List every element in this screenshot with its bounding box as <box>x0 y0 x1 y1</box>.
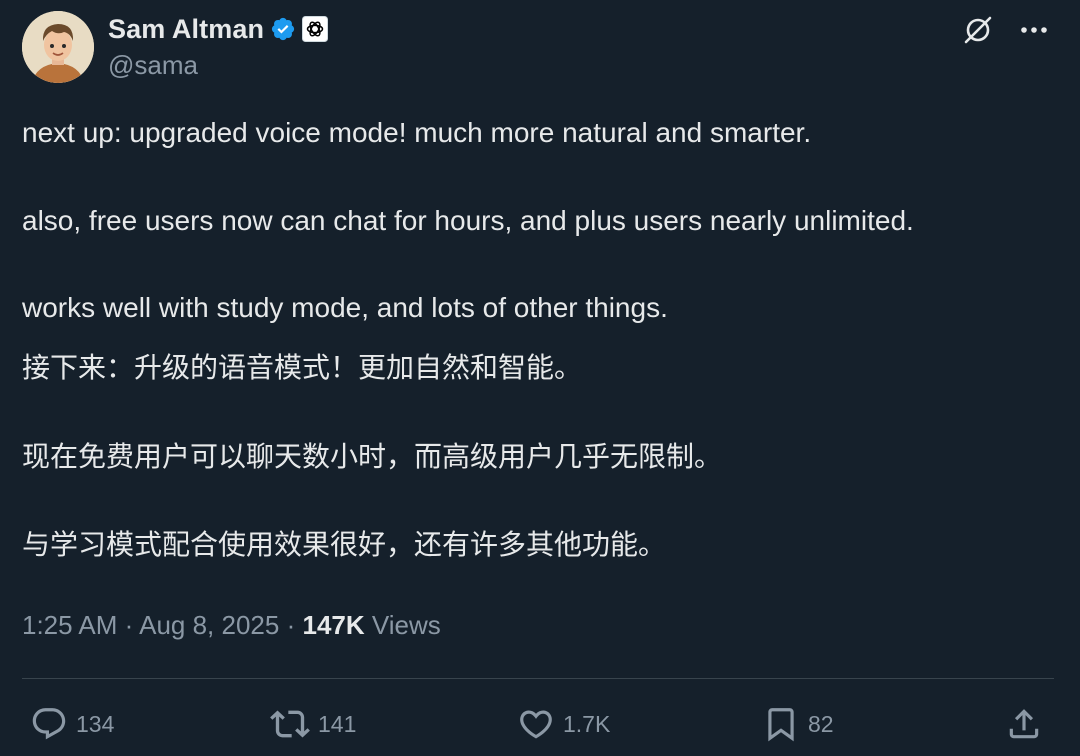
tweet-time[interactable]: 1:25 AM <box>22 610 117 640</box>
tweet-action-bar: 134 141 1.7K 82 <box>0 700 1080 748</box>
author-name-row: Sam Altman <box>108 12 329 46</box>
tweet-paragraph: next up: upgraded voice mode! much more … <box>22 117 812 148</box>
reply-button[interactable]: 134 <box>30 700 114 748</box>
share-button[interactable] <box>1005 700 1043 748</box>
bookmark-icon <box>768 708 794 742</box>
author-display-name[interactable]: Sam Altman <box>108 14 264 45</box>
views-label: Views <box>371 610 441 640</box>
tweet-metadata: 1:25 AM · Aug 8, 2025 · 147K Views <box>22 610 441 641</box>
repost-icon <box>270 710 310 738</box>
tweet-top-actions <box>960 12 1052 48</box>
repost-button[interactable]: 141 <box>270 700 356 748</box>
tweet-paragraph: works well with study mode, and lots of … <box>22 292 668 323</box>
author-handle[interactable]: @sama <box>108 50 198 81</box>
avatar[interactable] <box>22 11 94 83</box>
repost-count: 141 <box>318 710 357 737</box>
reply-count: 134 <box>76 710 115 737</box>
tweet-paragraph: 现在免费用户可以聊天数小时，而高级用户几乎无限制。 <box>22 441 723 472</box>
more-horizontal-icon[interactable] <box>1016 12 1052 48</box>
views-count[interactable]: 147K <box>302 610 364 640</box>
divider <box>22 678 1054 679</box>
tweet-date[interactable]: Aug 8, 2025 <box>139 610 279 640</box>
like-button[interactable]: 1.7K <box>517 700 610 748</box>
tweet-paragraph: 接下来：升级的语音模式！更加自然和智能。 <box>22 352 583 383</box>
grok-icon[interactable] <box>960 12 996 48</box>
tweet-paragraph: 与学习模式配合使用效果很好，还有许多其他功能。 <box>22 529 667 560</box>
reply-icon <box>32 708 66 740</box>
openai-logo-icon[interactable] <box>302 16 329 42</box>
meta-separator: · <box>286 610 296 640</box>
bookmark-count: 82 <box>808 710 834 737</box>
bookmark-button[interactable]: 82 <box>762 700 834 748</box>
tweet-paragraph: also, free users now can chat for hours,… <box>22 205 914 236</box>
heart-icon <box>520 710 552 739</box>
like-count: 1.7K <box>563 710 611 737</box>
tweet-card: Sam Altman @sama next up: upgraded voice… <box>0 0 1080 756</box>
share-icon <box>1009 709 1039 739</box>
verified-badge-icon[interactable] <box>270 16 296 42</box>
meta-separator: · <box>124 610 134 640</box>
